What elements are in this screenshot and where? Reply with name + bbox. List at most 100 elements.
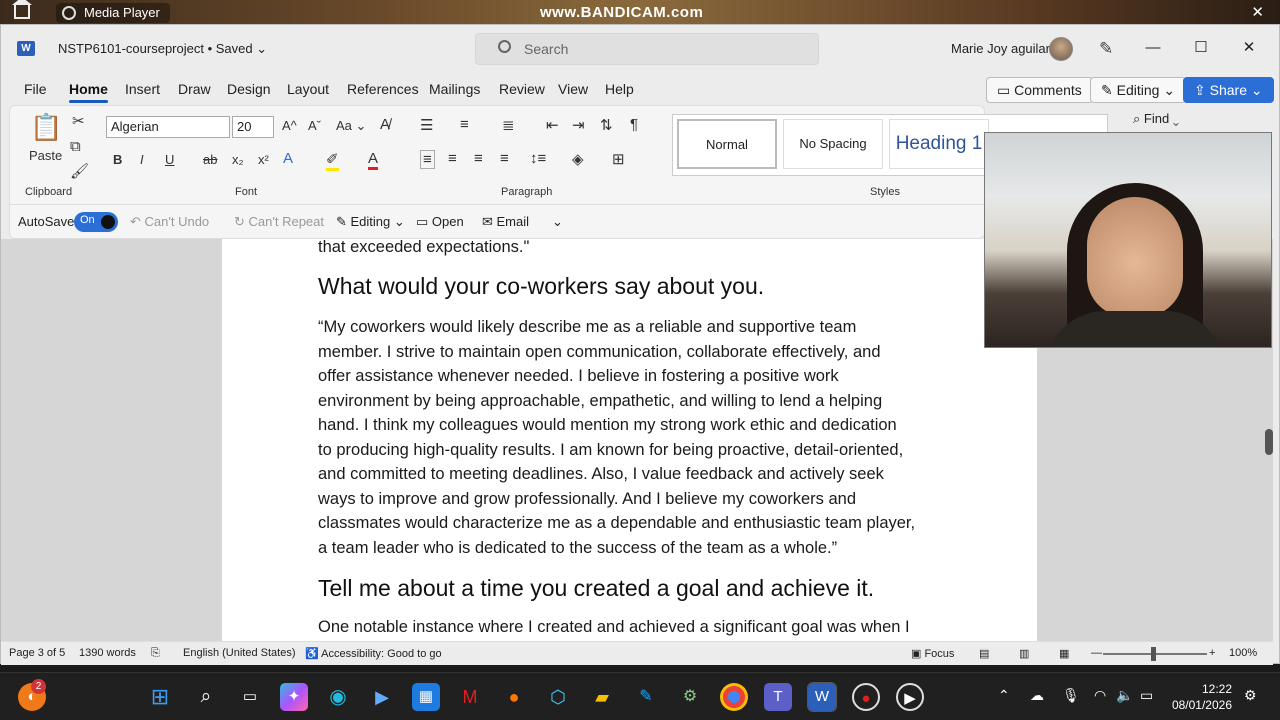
justify-icon[interactable]: ≡ (500, 150, 509, 167)
line-spacing-icon[interactable]: ↕≡ (530, 150, 546, 167)
bullets-icon[interactable]: ☰ (420, 116, 433, 134)
zoom-out-icon[interactable]: — (1091, 647, 1102, 659)
cut-icon[interactable]: ✂ (72, 112, 85, 130)
notification-settings-icon[interactable]: ⚙ (1244, 687, 1257, 704)
microphone-icon[interactable]: 🎙 (1062, 687, 1080, 704)
increase-indent-icon[interactable]: ⇥ (572, 116, 585, 134)
format-painter-icon[interactable]: 🖌 (70, 162, 89, 180)
style-normal[interactable]: Normal (677, 119, 777, 169)
document-page[interactable]: that exceeded expectations." What would … (222, 239, 1037, 641)
windows-start-icon[interactable]: ⊞ (146, 683, 174, 711)
print-layout-icon[interactable]: ▥ (1019, 647, 1029, 660)
focus-button[interactable]: ▣ Focus (911, 647, 954, 660)
minimize-button[interactable]: — (1133, 35, 1173, 61)
underline-button[interactable]: U (165, 152, 174, 167)
user-name[interactable]: Marie Joy aguilar (951, 41, 1050, 56)
repeat-button[interactable]: ↻ Can't Repeat (234, 214, 324, 230)
settings-app-icon[interactable]: ⚙ (676, 683, 704, 711)
word-taskbar-icon[interactable]: W (807, 682, 837, 712)
change-case-button[interactable]: Aa ⌄ (336, 118, 366, 134)
app-cube-icon[interactable]: ⬡ (544, 683, 572, 711)
mcafee-icon[interactable]: M (456, 683, 484, 711)
media-player-tab[interactable]: Media Player (56, 3, 170, 23)
search-input[interactable]: Search (475, 33, 819, 65)
superscript-button[interactable]: x² (258, 152, 269, 167)
style-no-spacing[interactable]: No Spacing (783, 119, 883, 169)
paste-icon[interactable]: 📋 (30, 112, 62, 143)
numbering-icon[interactable]: ≡ (460, 116, 469, 133)
tab-draw[interactable]: Draw (178, 81, 211, 97)
clock[interactable]: 12:22 08/01/2026 (1172, 681, 1232, 713)
open-button[interactable]: ▭ Open (416, 214, 464, 230)
speaker-icon[interactable]: 🔈 (1116, 687, 1133, 704)
shrink-font-button[interactable]: Aˇ (308, 118, 321, 133)
show-formatting-icon[interactable]: ¶ (630, 116, 638, 133)
record-icon[interactable]: ● (852, 683, 880, 711)
email-button[interactable]: ✉ Email (482, 214, 529, 230)
media-player-taskbar-icon[interactable]: ▶ (896, 683, 924, 711)
document-title[interactable]: NSTP6101-courseproject • Saved ⌄ (58, 41, 267, 57)
comments-button[interactable]: ▭ Comments (986, 77, 1093, 103)
tab-file[interactable]: File (24, 81, 47, 97)
shading-icon[interactable]: ◈ (572, 150, 584, 168)
borders-icon[interactable]: ⊞ (612, 150, 625, 168)
align-left-icon[interactable]: ≡ (420, 150, 435, 169)
file-explorer-icon[interactable]: ▰ (588, 683, 616, 711)
font-name-select[interactable]: Algerian (106, 116, 230, 138)
home-icon[interactable] (12, 0, 32, 19)
strikethrough-button[interactable]: ab (203, 152, 217, 167)
zoom-level[interactable]: 100% (1229, 647, 1257, 659)
clipchamp-icon[interactable]: ▶ (368, 683, 396, 711)
scrollbar-thumb[interactable] (1265, 429, 1273, 455)
accessibility-status[interactable]: ♿ Accessibility: Good to go (305, 647, 442, 660)
task-view-icon[interactable]: ▭ (236, 683, 264, 711)
language[interactable]: English (United States) (183, 647, 296, 659)
pen-icon[interactable]: ✎ (1099, 39, 1113, 59)
bold-button[interactable]: B (113, 152, 122, 167)
copy-icon[interactable]: ⧉ (70, 138, 81, 155)
word-count[interactable]: 1390 words (79, 647, 136, 659)
tab-view[interactable]: View (558, 81, 588, 97)
page-count[interactable]: Page 3 of 5 (9, 647, 65, 659)
copilot-icon[interactable]: ✦ (280, 683, 308, 711)
close-button[interactable]: ✕ (1229, 35, 1269, 61)
decrease-indent-icon[interactable]: ⇤ (546, 116, 559, 134)
grow-font-button[interactable]: A^ (282, 118, 297, 133)
tab-insert[interactable]: Insert (125, 81, 160, 97)
teams-icon[interactable]: T (764, 683, 792, 711)
tab-design[interactable]: Design (227, 81, 271, 97)
tab-home[interactable]: Home (69, 81, 108, 103)
zoom-in-icon[interactable]: + (1209, 647, 1215, 659)
subscript-button[interactable]: x₂ (232, 152, 244, 167)
multilevel-list-icon[interactable]: ≣ (502, 116, 515, 134)
edge-icon[interactable]: ◉ (324, 683, 352, 711)
paste-button[interactable]: Paste (29, 148, 62, 163)
share-button[interactable]: ⇪ Share ⌄ (1183, 77, 1274, 103)
undo-button[interactable]: ↶ Can't Undo (130, 214, 209, 230)
tab-references[interactable]: References (347, 81, 419, 97)
zoom-slider[interactable] (1103, 647, 1207, 661)
firefox-icon[interactable]: ● (500, 683, 528, 711)
wifi-icon[interactable]: ◠ (1094, 687, 1106, 704)
align-right-icon[interactable]: ≡ (474, 150, 483, 167)
web-layout-icon[interactable]: ▦ (1059, 647, 1069, 660)
read-mode-icon[interactable]: ▤ (979, 647, 989, 660)
align-center-icon[interactable]: ≡ (448, 150, 457, 167)
find-button[interactable]: ⌕ Find ⌄ (1133, 111, 1179, 127)
italic-button[interactable]: I (140, 152, 144, 167)
customize-qat-icon[interactable]: ⌄ (552, 214, 563, 230)
maximize-button[interactable]: ☐ (1181, 35, 1221, 61)
editing-qat-button[interactable]: ✎ Editing ⌄ (336, 214, 405, 230)
avatar[interactable] (1049, 37, 1073, 61)
sort-icon[interactable]: ⇅ (600, 116, 613, 134)
font-size-select[interactable]: 20 (232, 116, 274, 138)
paint-icon[interactable]: ✎ (632, 683, 660, 711)
text-effects-icon[interactable]: A (283, 150, 293, 167)
store-icon[interactable]: ▦ (412, 683, 440, 711)
tab-help[interactable]: Help (605, 81, 634, 97)
editing-mode-button[interactable]: ✎ Editing ⌄ (1090, 77, 1187, 103)
chrome-icon[interactable] (720, 683, 748, 711)
tab-mailings[interactable]: Mailings (429, 81, 480, 97)
highlight-icon[interactable]: ✐ (326, 150, 339, 171)
security-tray-icon[interactable]: ☁ (1030, 687, 1044, 704)
